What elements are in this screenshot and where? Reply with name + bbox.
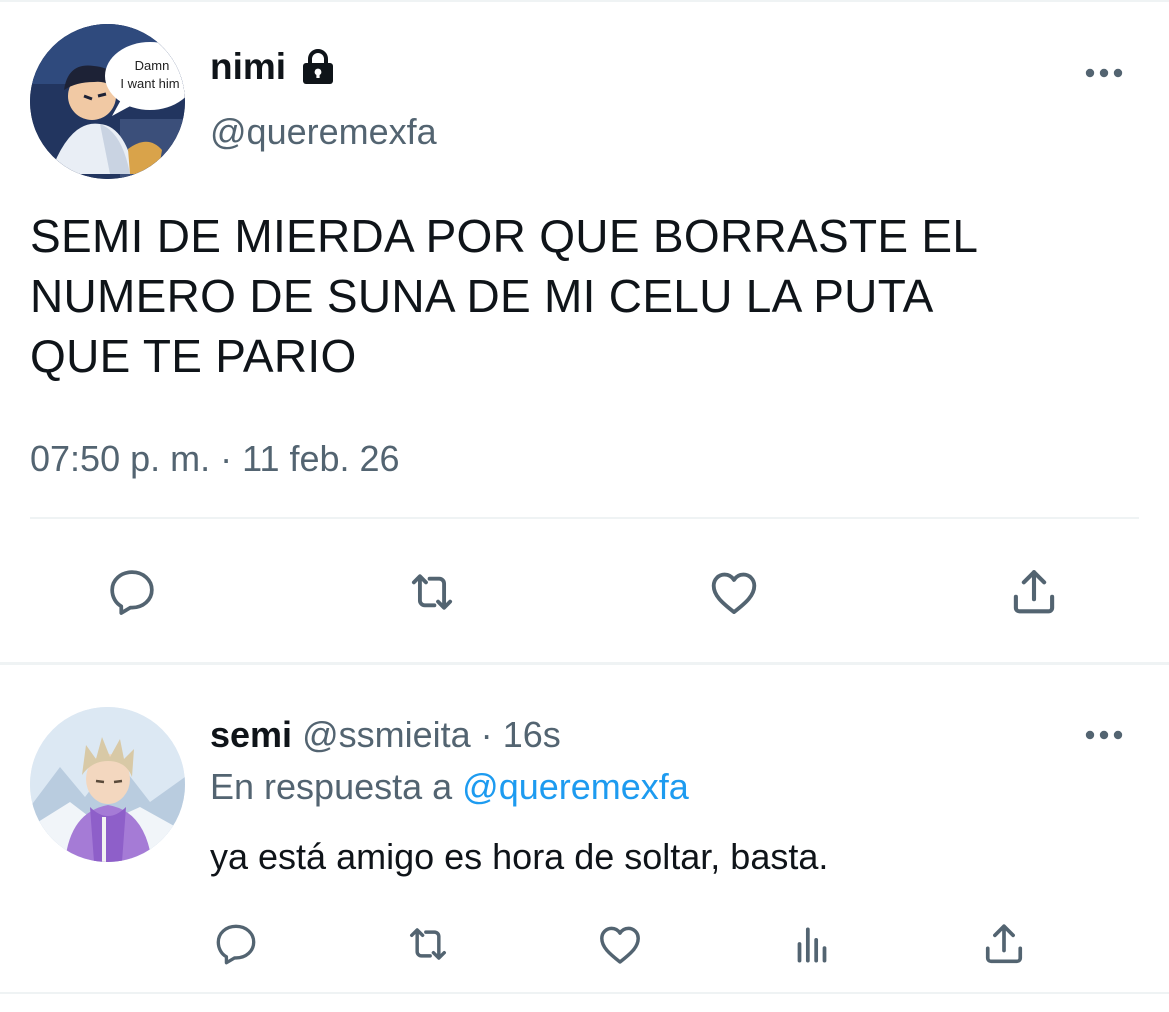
tweet-author-handle[interactable]: @queremexfa <box>210 110 437 154</box>
like-icon[interactable] <box>702 560 766 624</box>
top-divider <box>0 0 1169 2</box>
reply-to-prefix: En respuesta a <box>210 766 453 807</box>
tweet-date[interactable]: 11 feb. 26 <box>242 435 399 483</box>
like-icon[interactable] <box>592 916 648 972</box>
reply-header: semi @ssmieita · 16s <box>210 712 561 758</box>
section-divider <box>0 662 1169 665</box>
reply-text: ya está amigo es hora de soltar, basta. <box>210 836 829 877</box>
analytics-icon[interactable] <box>784 916 840 972</box>
avatar-speech-line1: Damn <box>135 58 170 73</box>
bottom-divider <box>0 992 1169 994</box>
reply-icon[interactable] <box>208 916 264 972</box>
avatar-image: Damn I want him <box>30 24 185 179</box>
share-icon[interactable] <box>1002 560 1066 624</box>
reply-separator: · <box>480 714 493 755</box>
meta-separator: · <box>220 438 233 479</box>
reply-author-handle[interactable]: @ssmieita <box>302 714 471 755</box>
avatar-speech-line2: I want him <box>120 76 179 91</box>
reply-context: En respuesta a @queremexfa <box>210 764 689 810</box>
retweet-icon[interactable] <box>400 560 464 624</box>
reply-icon[interactable] <box>100 560 164 624</box>
avatar[interactable]: Damn I want him <box>30 24 185 179</box>
divider <box>30 517 1139 519</box>
tweet-timestamp[interactable]: 07:50 p. m. · 11 feb. 26 <box>30 435 400 483</box>
tweet-text: SEMI DE MIERDA POR QUE BORRASTE EL NUMER… <box>30 210 979 382</box>
share-icon[interactable] <box>976 916 1032 972</box>
reply-to-mention[interactable]: @queremexfa <box>462 766 689 807</box>
tweet-time[interactable]: 07:50 p. m. <box>30 435 210 483</box>
more-icon[interactable] <box>1082 720 1126 750</box>
tweet-author-name[interactable]: nimi <box>210 44 338 90</box>
lock-icon <box>298 47 338 87</box>
retweet-icon[interactable] <box>400 916 456 972</box>
avatar[interactable] <box>30 707 185 862</box>
display-name-text[interactable]: nimi <box>210 44 286 90</box>
reply-author-name[interactable]: semi <box>210 714 292 755</box>
reply-time[interactable]: 16s <box>503 714 561 755</box>
avatar-image <box>30 707 185 862</box>
more-icon[interactable] <box>1082 58 1126 88</box>
